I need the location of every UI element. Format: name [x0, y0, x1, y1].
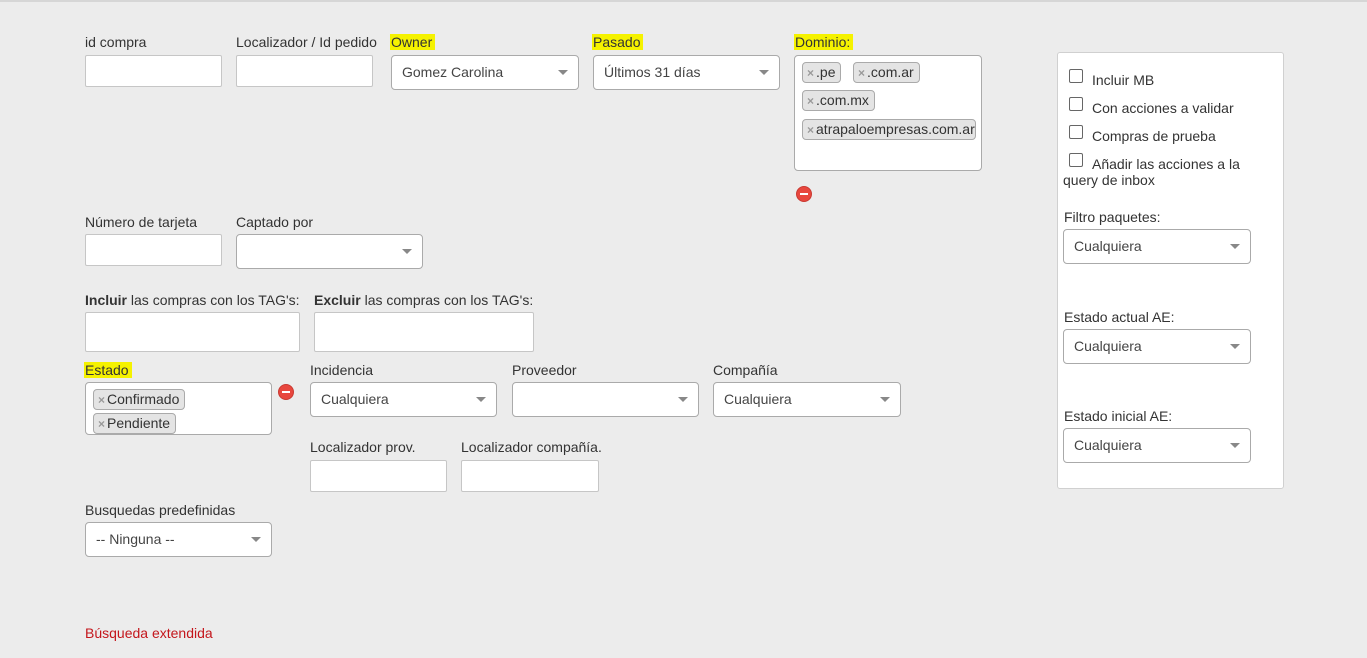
estado-actual-value: Cualquiera — [1074, 338, 1142, 354]
estado-label: Estado — [84, 362, 132, 378]
chevron-down-icon — [1230, 344, 1240, 349]
chevron-down-icon — [678, 397, 688, 402]
localizador-prov-input[interactable] — [310, 460, 447, 492]
incidencia-select[interactable]: Cualquiera — [310, 382, 497, 417]
captado-por-label: Captado por — [236, 214, 314, 230]
compras-prueba-checkbox[interactable] — [1069, 125, 1083, 139]
acciones-inbox-label-continuation: query de inbox — [1063, 172, 1155, 188]
excluir-tags-input[interactable] — [314, 312, 534, 352]
incidencia-label: Incidencia — [310, 362, 374, 378]
tag-remove-icon[interactable]: × — [807, 94, 814, 108]
options-panel: Incluir MB Con acciones a validar Compra… — [1057, 52, 1284, 489]
tag-remove-icon[interactable]: × — [98, 417, 105, 431]
tag-remove-icon[interactable]: × — [807, 123, 814, 137]
tag-remove-icon[interactable]: × — [807, 66, 814, 80]
filtro-paquetes-select[interactable]: Cualquiera — [1063, 229, 1251, 264]
localizador-compania-label: Localizador compañía. — [461, 439, 602, 455]
estado-inicial-select[interactable]: Cualquiera — [1063, 428, 1251, 463]
incluir-tags-input[interactable] — [85, 312, 300, 352]
compania-select[interactable]: Cualquiera — [713, 382, 901, 417]
chevron-down-icon — [558, 70, 568, 75]
clear-dominio-icon[interactable] — [796, 186, 812, 202]
filtro-paquetes-label: Filtro paquetes: — [1064, 209, 1161, 225]
dominio-multiselect[interactable]: × .pe × .com.ar × .com.mx × atrapaloempresas… — [794, 55, 982, 171]
chevron-down-icon — [1230, 244, 1240, 249]
estado-tag[interactable]: × Confirmado — [93, 389, 186, 410]
localizador-label: Localizador / Id pedido — [236, 34, 377, 50]
acciones-validar-label: Con acciones a validar — [1092, 100, 1234, 116]
id-compra-label: id compra — [85, 34, 147, 50]
owner-label: Owner — [390, 34, 436, 50]
dominio-tag[interactable]: × .com.mx — [802, 90, 875, 111]
incluir-mb-label: Incluir MB — [1092, 72, 1155, 88]
compras-prueba-label: Compras de prueba — [1092, 128, 1216, 144]
chevron-down-icon — [402, 249, 412, 254]
numero-tarjeta-input[interactable] — [85, 234, 222, 266]
tag-remove-icon[interactable]: × — [98, 393, 105, 407]
compania-value: Cualquiera — [724, 391, 792, 407]
chevron-down-icon — [476, 397, 486, 402]
tag-remove-icon[interactable]: × — [858, 66, 865, 80]
top-divider — [0, 0, 1367, 2]
chevron-down-icon — [880, 397, 890, 402]
numero-tarjeta-label: Número de tarjeta — [85, 214, 198, 230]
busquedas-value: -- Ninguna -- — [96, 531, 175, 547]
busquedas-label: Busquedas predefinidas — [85, 502, 236, 518]
acciones-inbox-label: Añadir las acciones a la — [1092, 156, 1240, 172]
compania-label: Compañía — [713, 362, 778, 378]
owner-select[interactable]: Gomez Carolina — [391, 55, 579, 90]
acciones-validar-checkbox[interactable] — [1069, 97, 1083, 111]
busquedas-select[interactable]: -- Ninguna -- — [85, 522, 272, 557]
acciones-inbox-checkbox[interactable] — [1069, 153, 1083, 167]
clear-estado-icon[interactable] — [278, 384, 294, 400]
estado-tag[interactable]: × Pendiente — [93, 413, 177, 434]
chevron-down-icon — [251, 537, 261, 542]
dominio-tag[interactable]: × atrapaloempresas.com.ar — [802, 119, 976, 140]
estado-multiselect[interactable]: × Confirmado × Pendiente — [85, 382, 272, 435]
estado-inicial-label: Estado inicial AE: — [1064, 408, 1173, 424]
estado-inicial-value: Cualquiera — [1074, 437, 1142, 453]
proveedor-select[interactable] — [512, 382, 699, 417]
incidencia-value: Cualquiera — [321, 391, 389, 407]
localizador-prov-label: Localizador prov. — [310, 439, 416, 455]
localizador-input[interactable] — [236, 55, 373, 87]
filtro-paquetes-value: Cualquiera — [1074, 238, 1142, 254]
chevron-down-icon — [1230, 443, 1240, 448]
dominio-tag[interactable]: × .com.ar — [853, 62, 920, 83]
busqueda-extendida-link[interactable]: Búsqueda extendida — [85, 625, 213, 641]
captado-por-select[interactable] — [236, 234, 423, 269]
pasado-select[interactable]: Últimos 31 días — [593, 55, 780, 90]
dominio-tag[interactable]: × .pe — [802, 62, 842, 83]
chevron-down-icon — [759, 70, 769, 75]
dominio-label: Dominio: — [794, 34, 854, 50]
owner-value: Gomez Carolina — [402, 64, 504, 80]
pasado-value: Últimos 31 días — [604, 64, 701, 80]
pasado-label: Pasado — [592, 34, 644, 50]
excluir-tags-label: Excluir las compras con los TAG's: — [314, 292, 534, 308]
incluir-tags-label: Incluir las compras con los TAG's: — [85, 292, 300, 308]
proveedor-label: Proveedor — [512, 362, 577, 378]
localizador-compania-input[interactable] — [461, 460, 599, 492]
incluir-mb-checkbox[interactable] — [1069, 69, 1083, 83]
id-compra-input[interactable] — [85, 55, 222, 87]
estado-actual-select[interactable]: Cualquiera — [1063, 329, 1251, 364]
estado-actual-label: Estado actual AE: — [1064, 309, 1175, 325]
